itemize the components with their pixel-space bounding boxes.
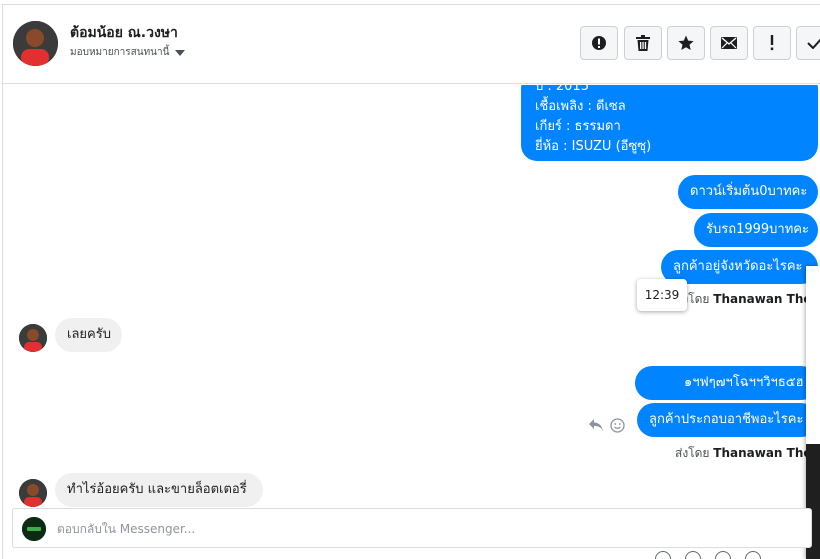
spam-button[interactable]: [580, 26, 618, 60]
message-incoming[interactable]: เลยครับ: [55, 318, 122, 352]
reply-input[interactable]: [57, 517, 657, 541]
message-outgoing[interactable]: ๑ฯฟๆ๗ฯโฉฯฯวิฯธ๕ฮ: [635, 366, 818, 400]
mark-done-button[interactable]: [796, 26, 820, 60]
reply-composer: [12, 508, 812, 548]
alert-circle-icon: [592, 36, 606, 50]
message-outgoing[interactable]: ลูกค้าประกอบอาชีพอะไรคะ: [637, 403, 818, 437]
sent-by-label: ส่งโดย Thanawan Thon: [675, 444, 820, 463]
attach-icon[interactable]: [685, 551, 701, 559]
contact-name[interactable]: ต้อมน้อย ณ.วงษา: [70, 22, 178, 44]
star-icon: [678, 35, 694, 50]
check-icon: [807, 38, 820, 49]
delete-button[interactable]: [624, 26, 662, 60]
star-button[interactable]: [667, 26, 705, 60]
add-icon[interactable]: [655, 551, 671, 559]
assign-label: มอบหมายการสนทนานี้: [70, 47, 170, 58]
exclamation-icon: [770, 35, 774, 51]
envelope-icon: [721, 37, 737, 49]
timestamp-tooltip: 12:39: [637, 279, 687, 311]
contact-avatar[interactable]: [13, 21, 58, 66]
detail-brand: ยี่ห้อ : ISUZU (อีซูซุ): [535, 139, 652, 154]
sender-name[interactable]: Thanawan Thon: [713, 292, 820, 306]
contact-avatar-small[interactable]: [19, 479, 47, 507]
message-outgoing[interactable]: รับรถ1999บาทคะ: [694, 213, 818, 247]
page-avatar: [22, 517, 46, 541]
detail-year: ปี : 2015: [535, 85, 589, 94]
reply-icon[interactable]: [588, 418, 604, 432]
conversation-view: ต้อมน้อย ณ.วงษา มอบหมายการสนทนานี้ ปี : …: [0, 0, 820, 559]
message-incoming[interactable]: ทำไร่อ้อยครับ และขายล็อตเตอรี่: [55, 473, 263, 507]
image-icon[interactable]: [715, 551, 731, 559]
conversation-header: ต้อมน้อย ณ.วงษา มอบหมายการสนทนานี้: [3, 5, 820, 84]
message-actions: [588, 418, 625, 433]
sender-name[interactable]: Thanawan Thon: [713, 446, 820, 460]
sent-by-prefix: ส่งโดย: [675, 446, 710, 460]
detail-gear: เกียร์ : ธรรมดา: [535, 119, 621, 134]
emoji-picker-icon[interactable]: [745, 551, 761, 559]
detail-fuel: เชื้อเพลิง : ดีเซล: [535, 99, 626, 114]
vehicle-details-message[interactable]: ปี : 2015 เชื้อเพลิง : ดีเซล เกียร์ : ธร…: [521, 85, 818, 161]
follow-up-button[interactable]: [753, 26, 791, 60]
emoji-icon[interactable]: [610, 418, 625, 433]
contact-avatar-small[interactable]: [19, 324, 47, 352]
sent-by-label: ส่งโดย Thanawan Thon: [675, 290, 820, 309]
composer-tools: [655, 551, 761, 559]
mark-unread-button[interactable]: [710, 26, 748, 60]
message-list[interactable]: ปี : 2015 เชื้อเพลิง : ดีเซล เกียร์ : ธร…: [3, 85, 820, 509]
message-outgoing[interactable]: ดาวน์เริ่มต้น0บาทคะ: [678, 175, 818, 209]
assign-conversation-dropdown[interactable]: มอบหมายการสนทนานี้: [70, 45, 186, 60]
caret-down-icon: [175, 49, 186, 56]
trash-icon: [636, 35, 650, 51]
